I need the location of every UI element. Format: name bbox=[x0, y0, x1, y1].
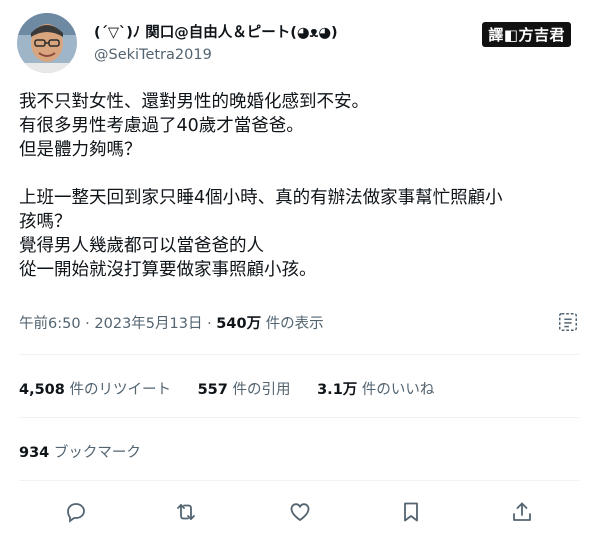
tweet-date[interactable]: 2023年5月13日 bbox=[94, 316, 202, 332]
like-button[interactable] bbox=[288, 500, 312, 524]
tweet-time[interactable]: 午前6:50 bbox=[19, 316, 81, 332]
retweets-stat[interactable]: 4,508 件のリツイート bbox=[19, 382, 176, 398]
meta-separator: · bbox=[85, 316, 90, 332]
author-handle[interactable]: @SekiTetra2019 bbox=[94, 47, 212, 63]
views-label: 件の表示 bbox=[265, 316, 324, 332]
quotes-stat[interactable]: 557 件の引用 bbox=[198, 382, 296, 398]
tweet-stats: 4,508 件のリツイート 557 件の引用 3.1万 件のいいね bbox=[19, 378, 456, 399]
reply-icon bbox=[67, 503, 85, 523]
bookmark-icon bbox=[404, 502, 418, 522]
avatar-photo-icon bbox=[17, 13, 77, 73]
author-display-name[interactable]: (´▽`)ﾉ 関口@自由人＆ピート(◕ᴥ◕) bbox=[94, 21, 338, 42]
bookmarks-count: 934 bbox=[19, 445, 50, 461]
share-button[interactable] bbox=[510, 500, 534, 524]
tweet-line: 但是體力夠嗎？ bbox=[19, 140, 142, 160]
tweet-line: 孩嗎？ bbox=[19, 212, 72, 232]
tweet-meta: 午前6:50 · 2023年5月13日 · 540万 件の表示 bbox=[19, 312, 324, 333]
watermark: 譯◧方吉君 bbox=[482, 22, 571, 47]
retweet-button[interactable] bbox=[174, 500, 198, 524]
tweet-line: 從一開始就沒打算要做家事照顧小孩。 bbox=[19, 260, 317, 280]
meta-separator: · bbox=[207, 316, 212, 332]
tweet-line: 有很多男性考慮過了40歲才當爸爸。 bbox=[19, 116, 304, 136]
bookmarks-stat[interactable]: 934 ブックマーク bbox=[19, 441, 141, 462]
divider bbox=[19, 480, 579, 481]
likes-count: 3.1万 bbox=[317, 382, 358, 398]
quotes-count: 557 bbox=[197, 382, 228, 398]
bookmark-button[interactable] bbox=[399, 500, 423, 524]
tweet-line: 我不只對女性、還對男性的晚婚化感到不安。 bbox=[19, 92, 369, 112]
tweet-text: 我不只對女性、還對男性的晚婚化感到不安。 有很多男性考慮過了40歲才當爸爸。 但… bbox=[19, 90, 584, 282]
avatar[interactable] bbox=[17, 13, 77, 73]
reply-button[interactable] bbox=[64, 500, 88, 524]
retweets-label: 件のリツイート bbox=[69, 382, 171, 398]
divider bbox=[19, 417, 579, 418]
share-icon bbox=[513, 502, 531, 521]
bookmarks-label: ブックマーク bbox=[53, 445, 141, 461]
retweet-icon bbox=[177, 504, 195, 520]
like-icon bbox=[290, 503, 310, 522]
divider bbox=[19, 354, 579, 355]
tweet-line: 覺得男人幾歲都可以當爸爸的人 bbox=[19, 236, 264, 256]
views-count: 540万 bbox=[216, 316, 262, 332]
quotes-label: 件の引用 bbox=[232, 382, 291, 398]
tweet-line: 上班一整天回到家只睡4個小時、真的有辦法做家事幫忙照顧小 bbox=[19, 188, 503, 208]
analytics-icon[interactable] bbox=[557, 311, 579, 333]
likes-stat[interactable]: 3.1万 件のいいね bbox=[317, 382, 434, 398]
likes-label: 件のいいね bbox=[361, 382, 435, 398]
retweets-count: 4,508 bbox=[19, 382, 65, 398]
